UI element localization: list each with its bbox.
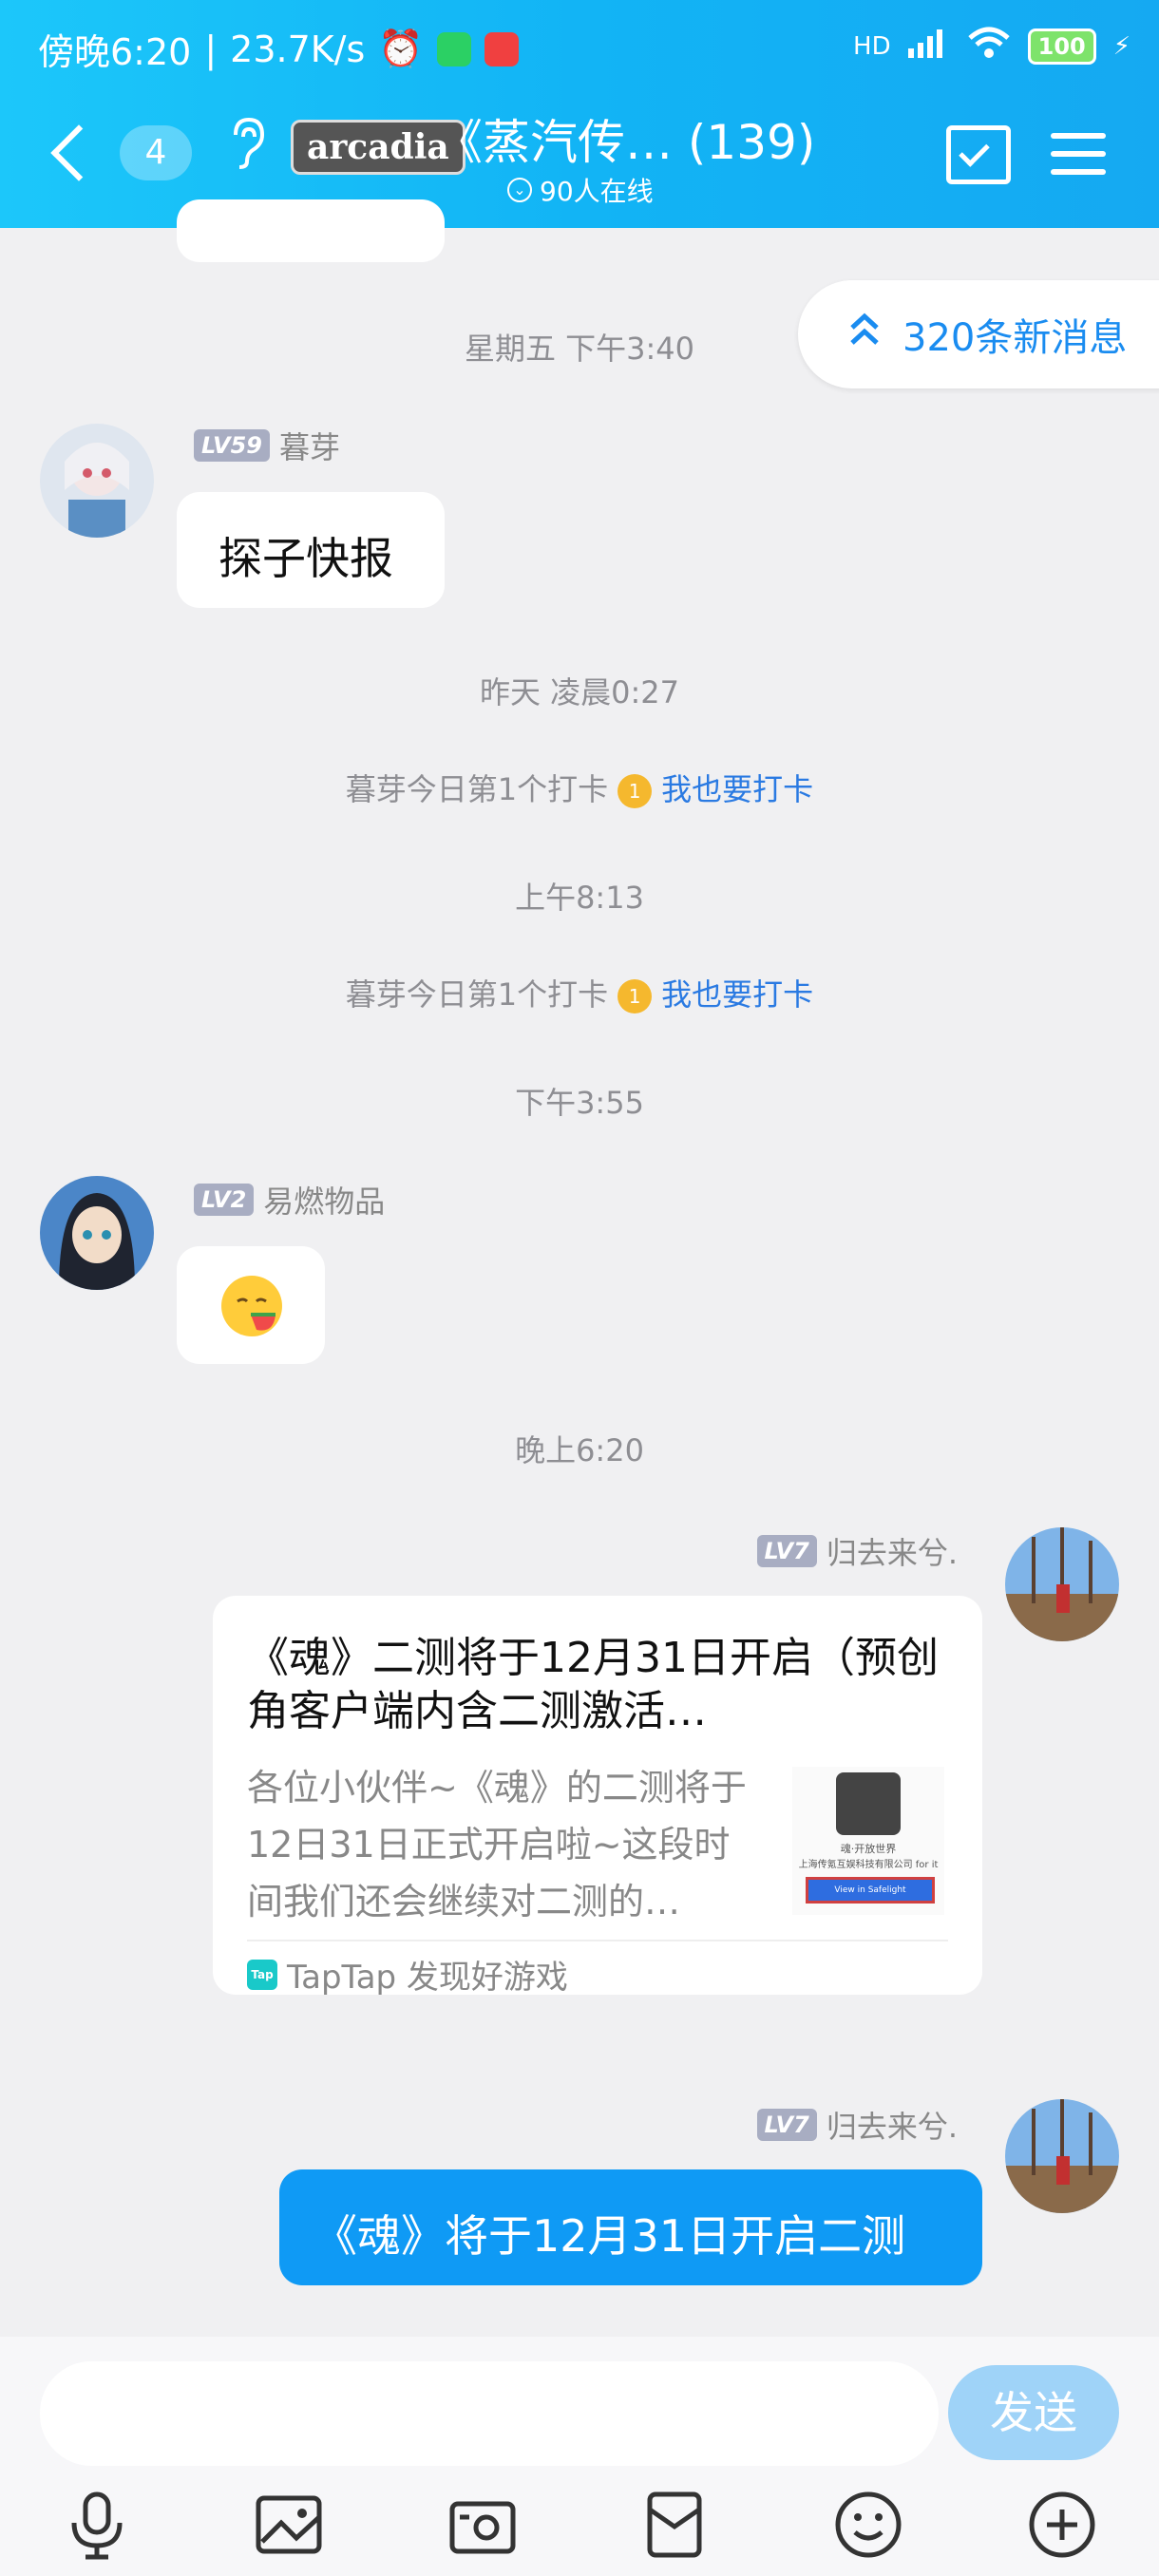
thumbnail-subtext: 上海传氪互娱科技有限公司 for it bbox=[798, 1860, 939, 1870]
sender-info: LV2 易燃物品 bbox=[194, 1178, 385, 1222]
send-button[interactable]: 发送 bbox=[948, 2365, 1119, 2460]
card-source: Tap TapTap 发现好游戏 bbox=[247, 1951, 568, 1998]
emoji-icon[interactable] bbox=[832, 2489, 904, 2561]
battery-indicator: 100 bbox=[1027, 28, 1096, 65]
level-badge: LV7 bbox=[756, 2109, 817, 2141]
app-notification-icon bbox=[484, 31, 519, 66]
timestamp: 晚上6:20 bbox=[515, 1432, 644, 1468]
card-source-text: TapTap 发现好游戏 bbox=[287, 1959, 568, 1997]
message-text: 探子快报 bbox=[218, 533, 393, 584]
checkin-link[interactable]: 我也要打卡 bbox=[661, 771, 813, 807]
charging-icon: ⚡ bbox=[1112, 31, 1130, 61]
card-thumbnail: 魂·开放世界 上海传氪互娱科技有限公司 for it View in Safel… bbox=[792, 1767, 944, 1915]
menu-icon[interactable] bbox=[1051, 133, 1106, 175]
avatar[interactable] bbox=[40, 1176, 154, 1290]
level-badge: LV59 bbox=[194, 429, 270, 462]
net-speed: 23.7K/s bbox=[230, 28, 366, 70]
checkin-link[interactable]: 我也要打卡 bbox=[661, 976, 813, 1013]
group-title[interactable]: 《蒸汽传… (139) bbox=[435, 104, 815, 173]
chat-area[interactable]: 星期五 下午3:40 LV59 暮芽 探子快报 昨天 凌晨0:27 暮芽今日第1… bbox=[0, 199, 1159, 2337]
thumbnail-text: 魂·开放世界 bbox=[840, 1843, 897, 1855]
message-text: 《魂》将于12月31日开启二测 bbox=[314, 2210, 906, 2262]
taptap-icon: Tap bbox=[247, 1959, 277, 1990]
sticker-bubble[interactable] bbox=[177, 1246, 325, 1364]
camera-icon[interactable] bbox=[446, 2489, 519, 2561]
partial-message-bubble bbox=[177, 199, 445, 262]
signal-hd-label: HD bbox=[853, 31, 891, 61]
card-description: 各位小伙伴~《魂》的二测将于12日31日正式开启啦~这段时间我们还会继续对二测的… bbox=[247, 1767, 747, 1923]
status-time: 傍晚6:20 bbox=[38, 31, 192, 73]
microphone-icon[interactable] bbox=[61, 2489, 133, 2561]
sender-name[interactable]: 暮芽 bbox=[279, 424, 340, 467]
status-bar: 傍晚6:20 | 23.7K/s ⏰ HD 100 ⚡ bbox=[0, 0, 1159, 95]
avatar[interactable] bbox=[1005, 1527, 1119, 1641]
chevron-down-icon: ⌄ bbox=[507, 178, 532, 202]
timestamp: 上午8:13 bbox=[515, 880, 644, 916]
sender-info: LV7 归去来兮. bbox=[756, 1529, 958, 1573]
message-input[interactable] bbox=[40, 2361, 939, 2466]
header: 傍晚6:20 | 23.7K/s ⏰ HD 100 ⚡ 4 arcadia 《蒸… bbox=[0, 0, 1159, 228]
link-card[interactable]: 《魂》二测将于12月31日开启（预创角客户端内含二测激活… 各位小伙伴~《魂》的… bbox=[213, 1596, 982, 1998]
composer: 发送 bbox=[0, 2337, 1159, 2576]
timestamp: 下午3:55 bbox=[515, 1085, 644, 1121]
level-badge: LV7 bbox=[756, 1535, 817, 1567]
game-logo-icon bbox=[836, 1772, 901, 1835]
ear-icon[interactable] bbox=[228, 116, 266, 180]
level-badge: LV2 bbox=[194, 1184, 255, 1216]
sender-info: LV7 归去来兮. bbox=[756, 2103, 958, 2147]
medal-icon: 1 bbox=[618, 774, 653, 808]
avatar[interactable] bbox=[1005, 2099, 1119, 2213]
unread-count-badge[interactable]: 4 bbox=[120, 125, 192, 180]
emoji-watermelon-icon bbox=[218, 1273, 285, 1343]
sender-name[interactable]: 易燃物品 bbox=[263, 1178, 385, 1222]
new-messages-label: 320条新消息 bbox=[902, 316, 1128, 360]
image-icon[interactable] bbox=[253, 2489, 325, 2561]
timestamp: 昨天 凌晨0:27 bbox=[479, 674, 680, 710]
message-bubble[interactable]: 《魂》将于12月31日开启二测 bbox=[279, 2169, 982, 2285]
checkin-notice: 暮芽今日第1个打卡 1 我也要打卡 bbox=[0, 971, 1159, 1014]
online-count[interactable]: ⌄ 90人在线 bbox=[507, 171, 654, 209]
medal-icon: 1 bbox=[618, 979, 653, 1013]
plus-icon[interactable] bbox=[1026, 2489, 1098, 2561]
checkin-text: 暮芽今日第1个打卡 bbox=[345, 771, 609, 807]
new-messages-button[interactable]: 320条新消息 bbox=[798, 280, 1159, 388]
sender-name[interactable]: 归去来兮. bbox=[826, 1529, 958, 1573]
thumbnail-button: View in Safelight bbox=[806, 1877, 935, 1904]
checkin-text: 暮芽今日第1个打卡 bbox=[345, 976, 609, 1013]
calendar-check-icon[interactable] bbox=[946, 125, 1011, 184]
divider bbox=[247, 1940, 948, 1941]
message-bubble[interactable]: 探子快报 bbox=[177, 492, 445, 608]
signal-icon bbox=[907, 28, 950, 65]
wechat-icon bbox=[436, 31, 471, 66]
sender-info: LV59 暮芽 bbox=[194, 424, 340, 467]
alarm-icon: ⏰ bbox=[378, 28, 424, 69]
double-chevron-up-icon bbox=[836, 311, 893, 358]
back-icon[interactable] bbox=[50, 124, 107, 181]
checkin-notice: 暮芽今日第1个打卡 1 我也要打卡 bbox=[0, 766, 1159, 809]
red-packet-icon[interactable] bbox=[638, 2489, 711, 2561]
online-text: 90人在线 bbox=[540, 176, 654, 207]
card-title: 《魂》二测将于12月31日开启（预创角客户端内含二测激活… bbox=[247, 1634, 939, 1735]
title-bar: 4 arcadia 《蒸汽传… (139) ⌄ 90人在线 bbox=[0, 104, 1159, 218]
sender-name[interactable]: 归去来兮. bbox=[826, 2103, 958, 2147]
avatar[interactable] bbox=[40, 424, 154, 538]
wifi-icon bbox=[967, 27, 1011, 66]
